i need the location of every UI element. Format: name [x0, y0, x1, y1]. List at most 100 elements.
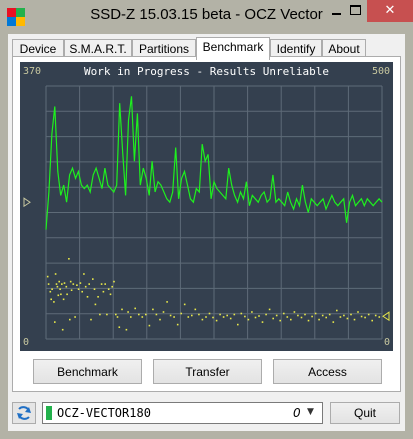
benchmark-button[interactable]: Benchmark	[33, 359, 142, 384]
refresh-button[interactable]	[12, 402, 36, 424]
access-point	[297, 314, 299, 317]
access-point	[127, 311, 129, 313]
access-point	[134, 307, 136, 310]
access-point	[115, 313, 117, 316]
access-point	[176, 323, 179, 326]
access-point	[138, 313, 140, 316]
access-point	[159, 318, 161, 321]
chevron-down-icon[interactable]: ▼	[307, 407, 314, 417]
access-point	[191, 314, 193, 317]
access-point	[116, 316, 119, 318]
access-point	[57, 294, 60, 297]
title-bar[interactable]: SSD-Z 15.03.15 beta - OCZ Vector ✕	[0, 0, 413, 34]
access-point	[169, 314, 172, 317]
access-point	[173, 316, 175, 318]
access-point	[350, 313, 352, 316]
access-point	[286, 316, 289, 318]
app-window: SSD-Z 15.03.15 beta - OCZ Vector ✕ Devic…	[0, 0, 413, 439]
access-point	[90, 318, 92, 321]
access-point	[100, 283, 103, 285]
access-point	[102, 290, 105, 293]
access-point	[325, 316, 327, 319]
access-point	[69, 318, 71, 321]
access-point	[113, 280, 115, 283]
access-point	[180, 312, 182, 315]
access-point	[49, 290, 52, 293]
access-point	[247, 318, 250, 321]
tab-benchmark[interactable]: Benchmark	[196, 37, 270, 60]
access-point	[314, 312, 317, 315]
access-point	[346, 317, 349, 320]
benchmark-chart: Work in Progress - Results Unreliable 37…	[20, 62, 393, 351]
access-point	[364, 316, 366, 319]
access-point	[187, 316, 190, 318]
minimize-button[interactable]	[323, 0, 350, 22]
access-point	[205, 316, 207, 318]
quit-button[interactable]: Quit	[330, 402, 400, 424]
access-point	[72, 283, 75, 285]
refresh-icon	[17, 406, 31, 420]
access-point	[343, 314, 345, 317]
access-point	[307, 319, 310, 322]
access-point	[141, 316, 144, 318]
access-point	[148, 324, 151, 327]
access-point	[265, 313, 267, 316]
access-point	[125, 328, 128, 331]
access-point	[304, 313, 306, 316]
access-point	[328, 313, 331, 316]
access-point	[69, 280, 72, 283]
access-button[interactable]: Access	[273, 359, 382, 384]
transfer-button[interactable]: Transfer	[153, 359, 262, 384]
access-point	[212, 316, 214, 319]
access-point	[283, 312, 285, 315]
access-point	[198, 313, 200, 316]
benchmark-panel: Work in Progress - Results Unreliable 37…	[12, 56, 401, 392]
access-point	[166, 301, 168, 303]
access-point	[251, 311, 253, 313]
left-axis-min: 0	[23, 337, 30, 348]
access-point	[215, 319, 218, 322]
access-point	[86, 296, 89, 298]
access-point	[54, 321, 56, 323]
access-point	[261, 321, 264, 323]
access-point	[336, 309, 338, 312]
maximize-button[interactable]	[350, 0, 367, 22]
access-point	[76, 284, 78, 286]
access-point	[79, 282, 82, 284]
access-point	[321, 314, 324, 317]
access-point	[371, 319, 373, 322]
access-point	[104, 283, 106, 285]
access-point	[275, 314, 278, 317]
access-point	[378, 316, 381, 318]
access-point	[58, 280, 60, 283]
access-point	[92, 278, 94, 280]
access-point	[268, 308, 271, 311]
drive-selector[interactable]: OCZ-VECTOR180 0 ▼	[42, 402, 323, 424]
access-point	[83, 273, 85, 275]
access-point	[318, 318, 320, 321]
access-point	[130, 316, 132, 318]
drive-status-indicator	[46, 406, 52, 420]
access-point	[201, 318, 204, 321]
access-point	[77, 288, 80, 290]
access-point	[244, 315, 246, 318]
access-point	[54, 273, 57, 275]
access-point	[74, 316, 76, 318]
client-area: Device S.M.A.R.T. Partitions Benchmark I…	[8, 34, 405, 431]
access-point	[66, 293, 68, 296]
access-point	[88, 283, 90, 285]
access-point	[360, 315, 363, 318]
access-point	[258, 315, 260, 317]
access-point	[194, 308, 197, 311]
access-point	[208, 312, 211, 315]
access-point	[106, 313, 108, 316]
access-point	[155, 313, 158, 316]
access-point	[121, 308, 123, 311]
access-point	[229, 317, 232, 320]
access-point	[237, 323, 239, 326]
right-marker-icon	[382, 311, 390, 322]
access-point	[254, 316, 257, 319]
access-point	[81, 290, 83, 293]
access-point	[47, 283, 50, 285]
close-button[interactable]: ✕	[367, 0, 413, 22]
